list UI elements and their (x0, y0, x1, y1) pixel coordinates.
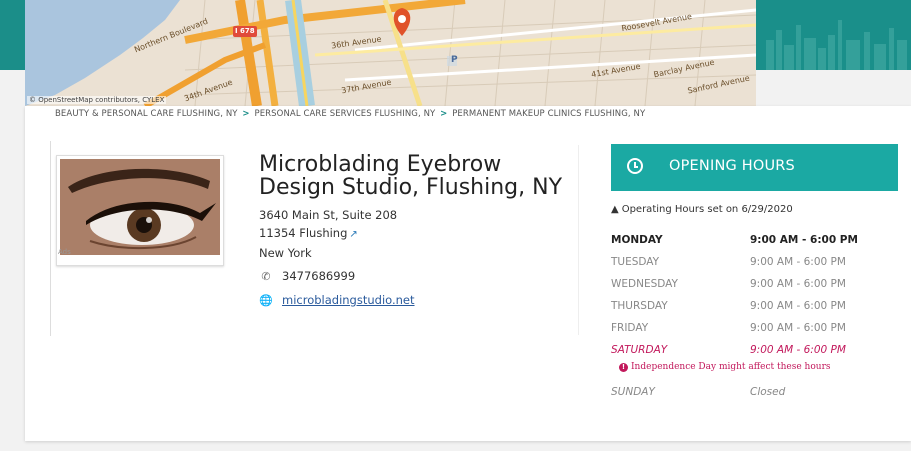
hours-set-note: ▲ Operating Hours set on 6/29/2020 (611, 204, 793, 215)
day-label: THURSDAY (611, 300, 668, 312)
phone-number[interactable]: 3477686999 (282, 269, 355, 283)
external-link-icon[interactable]: ↗ (349, 229, 357, 240)
parking-icon: P (451, 55, 458, 65)
zip-city-link[interactable]: 11354 Flushing (259, 226, 347, 240)
day-label: FRIDAY (611, 322, 649, 334)
skyline-illustration (766, 20, 907, 70)
clock-icon (627, 158, 643, 174)
eye-makeup-image (60, 159, 220, 255)
breadcrumb-item-personal-care[interactable]: PERSONAL CARE SERVICES FLUSHING, NY (254, 109, 435, 119)
breadcrumb-item-pmu-clinics[interactable]: PERMANENT MAKEUP CLINICS FLUSHING, NY (452, 109, 645, 119)
hours-row-monday: MONDAY 9:00 AM - 6:00 PM (611, 234, 871, 256)
hours-row-tuesday: TUESDAY 9:00 AM - 6:00 PM (611, 256, 871, 278)
breadcrumb-separator: > (440, 109, 448, 119)
day-label: MONDAY (611, 234, 663, 246)
opening-hours-header: OPENING HOURS (611, 144, 898, 191)
business-name: Microblading Eyebrow Design Studio, Flus… (259, 152, 563, 200)
hours-row-friday: FRIDAY 9:00 AM - 6:00 PM (611, 322, 871, 344)
website-row: 🌐 microbladingstudio.net (259, 293, 415, 307)
holiday-notice: ! Independence Day might affect these hou… (619, 362, 831, 372)
time-label: Closed (750, 386, 786, 398)
hours-row-sunday: SUNDAY Closed (611, 386, 871, 408)
breadcrumb: BEAUTY & PERSONAL CARE FLUSHING, NY > PE… (55, 109, 645, 119)
breadcrumb-separator: > (242, 109, 250, 119)
phone-row: ✆ 3477686999 (259, 269, 355, 283)
divider (50, 141, 51, 336)
time-label: 9:00 AM - 6:00 PM (750, 300, 846, 312)
state: New York (259, 246, 312, 260)
time-label: 9:00 AM - 6:00 PM (750, 278, 846, 290)
skyline-banner (756, 0, 911, 70)
hours-set-text: Operating Hours set on 6/29/2020 (621, 204, 793, 215)
day-label: SATURDAY (611, 344, 668, 356)
breadcrumb-item-beauty[interactable]: BEAUTY & PERSONAL CARE FLUSHING, NY (55, 109, 238, 119)
website-link[interactable]: microbladingstudio.net (282, 293, 415, 307)
hours-row-thursday: THURSDAY 9:00 AM - 6:00 PM (611, 300, 871, 322)
address-block: 3640 Main St, Suite 208 11354 Flushing ↗ … (259, 206, 397, 262)
alert-icon: ! (619, 363, 628, 372)
time-label: 9:00 AM - 6:00 PM (750, 234, 858, 246)
day-label: WEDNESDAY (611, 278, 678, 290)
phone-icon: ✆ (261, 270, 271, 283)
map-credit[interactable]: © OpenStreetMap contributors, CYLEX (27, 96, 167, 104)
globe-icon: 🌐 (259, 294, 273, 307)
warning-icon: ▲ (611, 204, 619, 215)
opening-hours-title: OPENING HOURS (669, 158, 795, 174)
map-label-i678: I 678 (235, 27, 255, 35)
day-label: TUESDAY (611, 256, 660, 268)
business-card: BEAUTY & PERSONAL CARE FLUSHING, NY > PE… (25, 106, 911, 441)
time-label: 9:00 AM - 6:00 PM (750, 322, 846, 334)
business-photo[interactable] (56, 155, 224, 266)
time-label: 9:00 AM - 6:00 PM (750, 344, 846, 356)
location-map[interactable]: Northern Boulevard I 678 36th Avenue 37t… (25, 0, 756, 106)
holiday-text: Independence Day might affect these hour… (631, 362, 831, 372)
map-graphic (25, 0, 756, 106)
street-address: 3640 Main St, Suite 208 (259, 208, 398, 222)
day-label: SUNDAY (611, 386, 655, 398)
time-label: 9:00 AM - 6:00 PM (750, 256, 846, 268)
zip-city-row: 11354 Flushing ↗ (259, 224, 397, 244)
ads-label: Ads (58, 248, 71, 256)
hours-row-wednesday: WEDNESDAY 9:00 AM - 6:00 PM (611, 278, 871, 300)
